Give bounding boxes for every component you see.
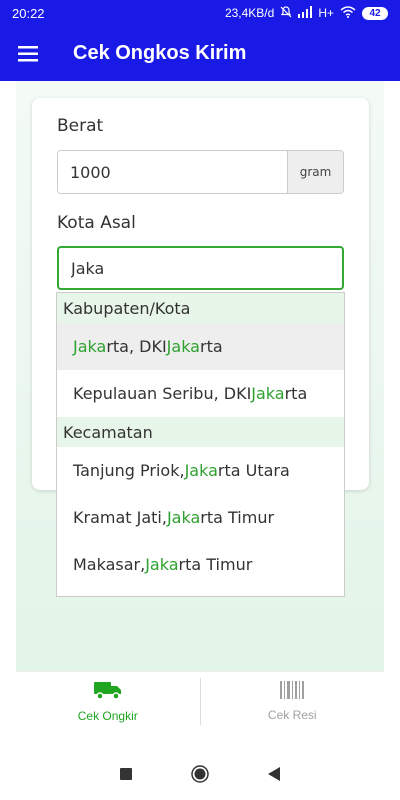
weight-input[interactable]: [58, 151, 287, 193]
suggestion-match: Jaka: [251, 384, 285, 403]
suggestion-match: Jaka: [166, 508, 201, 527]
weight-field-group: gram: [57, 150, 344, 194]
suggestion-match: Jaka: [166, 337, 200, 356]
weight-label: Berat: [57, 116, 104, 136]
suggestion-item[interactable]: Kepulauan Seribu, DKI Jaka rta: [57, 370, 344, 417]
autocomplete-dropdown: Kabupaten/Kota Jaka rta, DKI Jaka rta Kepu…: [56, 292, 345, 597]
status-indicators: 23,4KB/d H+ 42: [224, 5, 388, 21]
signal-type: H+: [318, 6, 334, 20]
suggestion-text: rta Timur: [200, 508, 275, 527]
origin-label: Kota Asal: [57, 213, 136, 233]
suggestion-item[interactable]: Jaka rta, DKI Jaka rta: [57, 323, 344, 370]
origin-city-input[interactable]: [57, 246, 344, 290]
network-speed: 23,4KB/d: [224, 6, 275, 20]
hamburger-menu-icon[interactable]: [0, 26, 56, 81]
app-bar: Cek Ongkos Kirim: [0, 26, 400, 81]
bottom-navigation: Cek Ongkir Cek Resi: [16, 671, 384, 731]
back-icon[interactable]: [268, 766, 281, 786]
recent-apps-icon[interactable]: [119, 767, 132, 785]
mute-icon: [280, 5, 292, 21]
suggestion-text: Makasar,: [73, 555, 146, 574]
wifi-icon: [340, 5, 356, 21]
suggestion-text: Kramat Jati,: [73, 508, 167, 527]
suggestion-match: Jaka: [145, 555, 179, 574]
nav-cek-resi[interactable]: Cek Resi: [201, 672, 385, 731]
suggestion-item[interactable]: Tanjung Priok, Jaka rta Utara: [57, 447, 344, 494]
nav-label: Cek Ongkir: [77, 709, 138, 723]
suggestion-text: Kepulauan Seribu, DKI: [73, 384, 252, 403]
suggestion-item[interactable]: Makasar, Jaka rta Timur: [57, 541, 344, 588]
system-navigation-bar: [0, 752, 400, 800]
home-icon[interactable]: [191, 764, 209, 788]
battery-icon: 42: [362, 6, 388, 20]
status-bar: 20:22 23,4KB/d H+ 42: [0, 0, 400, 26]
barcode-icon: [280, 681, 305, 702]
suggestion-text: rta Timur: [178, 555, 253, 574]
suggestion-text: rta: [199, 337, 223, 356]
status-time: 20:22: [12, 5, 45, 21]
truck-icon: [93, 680, 122, 703]
signal-icon: [298, 5, 313, 21]
nav-cek-ongkir[interactable]: Cek Ongkir: [16, 672, 200, 731]
nav-label: Cek Resi: [267, 708, 317, 722]
suggestion-item[interactable]: Kramat Jati, Jaka rta Timur: [57, 494, 344, 541]
suggestion-text: rta, DKI: [106, 337, 167, 356]
suggestion-text: Tanjung Priok,: [73, 461, 185, 480]
app-title: Cek Ongkos Kirim: [73, 42, 247, 64]
weight-unit: gram: [287, 151, 343, 193]
suggestion-match: Jaka: [184, 461, 218, 480]
group-header-kabupaten: Kabupaten/Kota: [57, 293, 344, 323]
group-header-kecamatan: Kecamatan: [57, 417, 344, 447]
suggestion-text: rta Utara: [217, 461, 290, 480]
suggestion-match: Jaka: [73, 337, 107, 356]
suggestion-text: rta: [284, 384, 308, 403]
